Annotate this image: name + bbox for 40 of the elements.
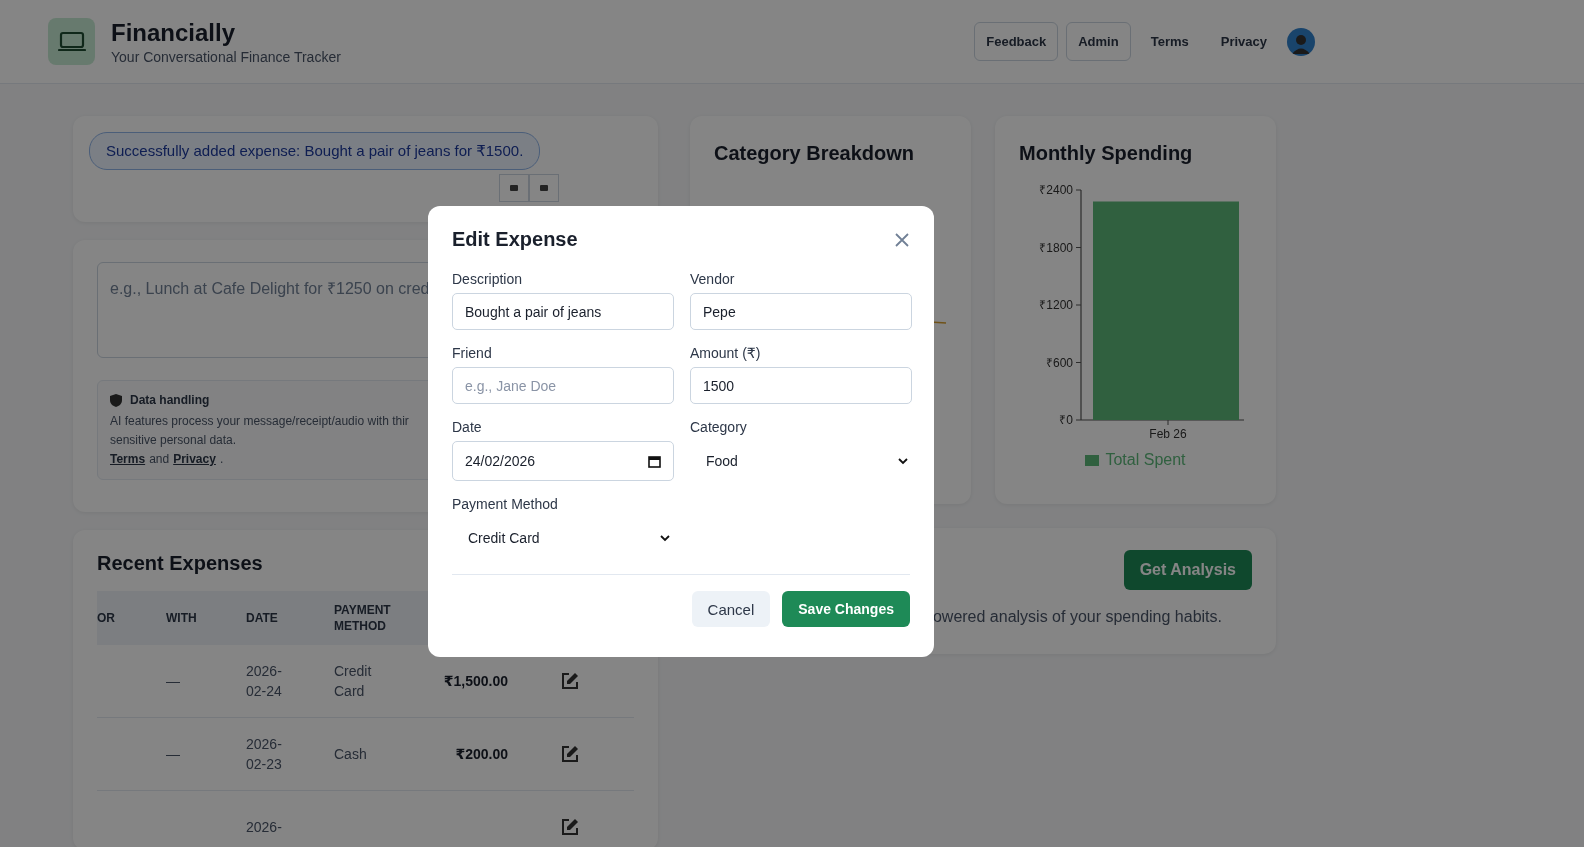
field-label: Description xyxy=(452,271,524,287)
column-header: PAYMENT METHOD xyxy=(334,602,392,634)
table-cell-text: ₹200.00 xyxy=(455,745,509,764)
field-label: Category xyxy=(690,419,748,435)
column-header: OR xyxy=(97,610,116,626)
column-header: WITH xyxy=(166,610,198,626)
notice-text: and xyxy=(149,451,170,467)
y-tick-label: ₹2400 xyxy=(1039,183,1073,197)
y-tick-label: ₹0 xyxy=(1059,413,1073,427)
y-tick-label: ₹600 xyxy=(1045,355,1073,370)
column-header: DATE xyxy=(246,610,279,626)
dialog-title: Edit Expense xyxy=(452,228,578,251)
notice-title: Data handling xyxy=(130,393,210,407)
y-tick-label: ₹1800 xyxy=(1039,240,1073,255)
table-cell-text: 2026-02-23 xyxy=(246,735,283,774)
table-cell-text: 2026-02-24 xyxy=(246,662,283,701)
table-cell-text: — xyxy=(166,745,181,764)
field-label: Date xyxy=(452,419,483,435)
card-title: Recent Expenses xyxy=(97,552,264,575)
table-cell-text: 2026- xyxy=(246,818,283,837)
table-cell-text: Credit Card xyxy=(334,662,373,701)
notice-text: . xyxy=(219,451,224,467)
notice-text: sensitive personal data. xyxy=(110,432,237,448)
field-label: Vendor xyxy=(690,271,736,287)
success-message: Successfully added expense: Bought a pair of jeans for ₹1500. xyxy=(89,132,541,170)
field-label: Amount (₹) xyxy=(690,345,762,361)
app-tagline: Your Conversational Finance Tracker xyxy=(111,48,341,65)
table-cell-text: Cash xyxy=(334,745,368,764)
card-title: Monthly Spending xyxy=(1019,142,1194,165)
legend-label: Total Spent xyxy=(1105,451,1186,469)
field-label: Friend xyxy=(452,345,493,361)
card-title: Category Breakdown xyxy=(714,142,916,165)
table-cell-text: — xyxy=(166,672,181,691)
app-name: Financially xyxy=(111,18,237,47)
analysis-description: owered analysis of your spending habits. xyxy=(932,608,1222,626)
x-tick-label: Feb 26 xyxy=(1149,427,1187,441)
y-tick-label: ₹1200 xyxy=(1039,298,1073,312)
notice-text: AI features process your message/receipt/audio with thir xyxy=(110,413,409,429)
table-cell-text: ₹1,500.00 xyxy=(443,672,509,691)
field-label: Payment Method xyxy=(452,496,559,512)
